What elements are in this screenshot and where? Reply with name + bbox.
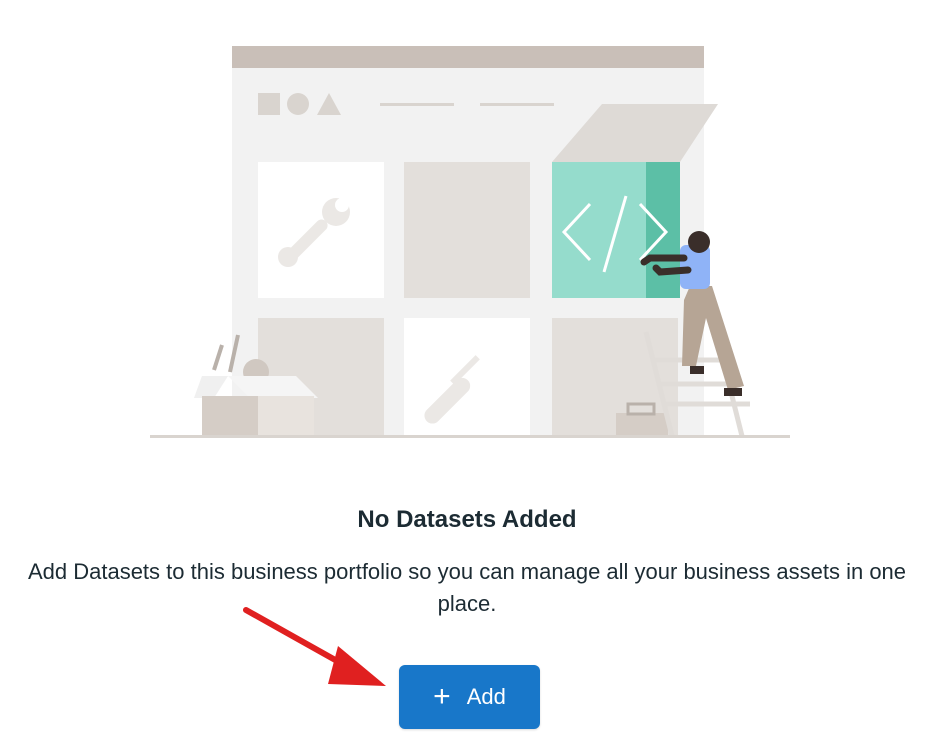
plus-icon: + <box>433 680 451 713</box>
add-button[interactable]: + Add <box>399 665 540 729</box>
add-button-label: Add <box>466 684 506 709</box>
developer-illustration <box>150 46 790 438</box>
empty-state-title: No Datasets Added <box>357 506 577 533</box>
red-arrow-annotation <box>243 607 386 686</box>
empty-state-description: Add Datasets to this business portfolio … <box>27 559 907 616</box>
